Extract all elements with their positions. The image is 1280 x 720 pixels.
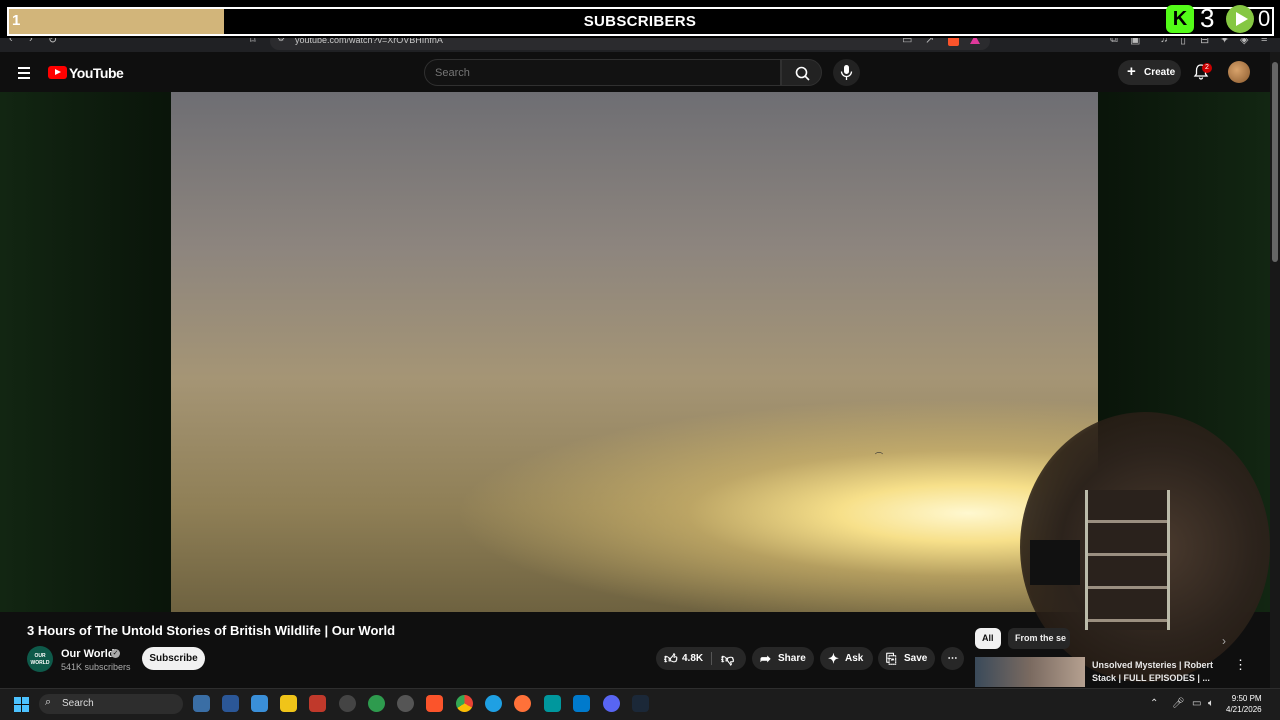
plus-icon: + — [1127, 63, 1136, 80]
video-player[interactable] — [171, 92, 1098, 612]
file-explorer-icon[interactable] — [280, 695, 297, 712]
more-horizontal-icon: ⋯ — [947, 653, 958, 664]
more-actions-button[interactable]: ⋯ — [941, 647, 964, 670]
share-icon: ➦ — [760, 651, 771, 666]
taskbar-app-icon-1[interactable] — [193, 695, 210, 712]
search-icon — [795, 66, 810, 81]
share-label: Share — [778, 653, 806, 664]
discord-icon[interactable] — [603, 695, 620, 712]
taskbar-search-icon: ⌕ — [45, 696, 52, 708]
chips-next-icon[interactable]: › — [1222, 634, 1226, 648]
bird-in-sky: ⌒ — [875, 452, 883, 461]
verified-check-icon: ✓ — [111, 649, 120, 658]
voice-search-button[interactable] — [833, 59, 860, 86]
related-video-title[interactable]: Unsolved Mysteries | Robert Stack | FULL… — [1092, 659, 1222, 685]
arduino-icon[interactable] — [544, 695, 561, 712]
tray-overflow-icon[interactable]: ⌃ — [1150, 698, 1158, 709]
tray-mic-icon[interactable]: 🎤︎ — [1172, 698, 1185, 709]
youtube-logo-icon[interactable] — [48, 66, 67, 79]
edge-icon[interactable] — [485, 695, 502, 712]
kick-icon: K — [1166, 5, 1194, 33]
youtube-logo-text[interactable]: YouTube — [69, 65, 124, 81]
taskbar-app-icon-7[interactable] — [368, 695, 385, 712]
bookmark-save-icon: ⎘ — [886, 651, 897, 666]
clock-date: 4/21/2026 — [1226, 705, 1262, 714]
thumbs-down-icon: 👎︎ — [721, 651, 735, 666]
steam-icon[interactable] — [632, 695, 649, 712]
stream-overlay: 1 SUBSCRIBERS K 3 0 — [0, 0, 1280, 38]
video-title: 3 Hours of The Untold Stories of British… — [27, 623, 396, 638]
create-label: Create — [1144, 67, 1176, 78]
network-icon[interactable]: ▭ — [1192, 698, 1201, 709]
menu-icon[interactable] — [18, 67, 30, 82]
clock-time: 9:50 PM — [1231, 694, 1262, 703]
like-button[interactable]: 👍︎ 4.8K — [656, 647, 711, 670]
dislike-button[interactable]: 👎︎ — [712, 647, 746, 670]
chip-all[interactable]: All — [975, 628, 1001, 649]
kick-count: 3 — [1200, 3, 1215, 33]
related-video-menu-icon[interactable]: ⋮ — [1234, 657, 1247, 673]
taskbar-search[interactable]: ⌕ Search — [39, 694, 183, 714]
search-button[interactable] — [781, 59, 822, 86]
thumbs-up-icon: 👍︎ — [664, 651, 678, 666]
windows-start-icon[interactable] — [14, 697, 29, 712]
like-count: 4.8K — [682, 653, 704, 664]
subscriber-count: 541K subscribers — [61, 662, 131, 672]
account-avatar[interactable] — [1228, 61, 1250, 83]
save-button[interactable]: ⎘ Save — [878, 647, 935, 670]
page-scrollbar[interactable] — [1270, 52, 1280, 688]
ask-button[interactable]: ✦ Ask — [820, 647, 873, 670]
taskbar-app-icon-8[interactable] — [397, 695, 414, 712]
vscode-icon[interactable] — [573, 695, 590, 712]
search-box[interactable] — [424, 59, 781, 86]
volume-icon[interactable]: 🔈︎ — [1208, 698, 1214, 709]
create-button[interactable]: + Create — [1118, 60, 1181, 85]
save-label: Save — [904, 653, 928, 664]
taskbar-clock[interactable]: 9:50 PM 4/21/2026 — [1226, 693, 1262, 715]
ask-label: Ask — [845, 653, 864, 664]
search-input[interactable] — [425, 60, 780, 85]
share-button[interactable]: ➦ Share — [752, 647, 814, 670]
rumble-icon — [1226, 5, 1254, 33]
brave-browser-icon[interactable] — [426, 695, 443, 712]
taskbar-app-icon-2[interactable] — [222, 695, 239, 712]
taskbar-app-icon-3[interactable] — [251, 695, 268, 712]
sparkle-icon: ✦ — [828, 651, 839, 666]
channel-name[interactable]: Our World — [61, 648, 115, 660]
webcam-shelf — [1085, 490, 1170, 630]
webcam-monitor — [1030, 540, 1080, 585]
subscriber-goal-label: SUBSCRIBERS — [583, 13, 697, 30]
taskbar-app-icon-6[interactable] — [339, 695, 356, 712]
chrome-icon[interactable] — [456, 695, 473, 712]
subscribe-button[interactable]: Subscribe — [142, 647, 205, 670]
taskbar-search-label: Search — [62, 698, 94, 709]
chip-from-series[interactable]: From the se — [1008, 628, 1070, 649]
channel-avatar[interactable]: OUR WORLD — [27, 646, 53, 672]
rumble-count: 0 — [1258, 6, 1271, 31]
taskbar-app-icon-5[interactable] — [309, 695, 326, 712]
related-video-thumbnail[interactable] — [975, 657, 1085, 687]
notification-count-badge: 2 — [1202, 63, 1212, 73]
scrollbar-thumb[interactable] — [1272, 62, 1278, 262]
microphone-icon — [840, 65, 853, 80]
firefox-icon[interactable] — [514, 695, 531, 712]
